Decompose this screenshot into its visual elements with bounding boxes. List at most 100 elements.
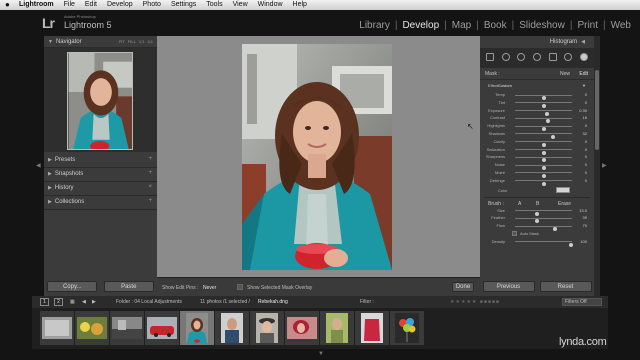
highlights-track[interactable] [515,125,572,132]
mask-edit-button[interactable]: Edit [579,71,588,77]
page-1-button[interactable]: 1 [40,298,49,306]
sharpness-slider[interactable]: Sharpness 0 [484,153,590,163]
page-2-button[interactable]: 2 [54,298,63,306]
brush-size-value[interactable]: 13.0 [579,208,587,213]
menu-photo[interactable]: Photo [138,0,166,10]
density-slider[interactable]: Density 100 [484,238,590,247]
tint-value[interactable]: 0 [585,100,587,105]
add-preset-icon[interactable]: + [148,156,152,162]
bottom-panel-toggle-icon[interactable]: ▼ [318,351,324,357]
effect-row[interactable]: Effect : Custom ▼ [484,82,590,90]
clarity-value[interactable]: 0 [585,139,587,144]
add-snapshot-icon[interactable]: + [148,170,152,176]
right-panel-scrollbar[interactable] [594,36,600,296]
tint-slider[interactable]: Tint 0 [484,99,590,108]
brush-flow-track[interactable] [515,225,572,232]
filmstrip-thumb-5-selected[interactable] [180,311,214,345]
saturation-slider[interactable]: Saturation 0 [484,146,590,155]
module-web[interactable]: Web [610,20,632,31]
add-collection-icon[interactable]: + [148,198,152,204]
effect-select[interactable]: Custom [498,83,512,88]
histogram[interactable]: Histogram ◀ [480,36,594,68]
disclosure-icon[interactable]: ▼ [582,83,586,88]
grid-overlay-icon[interactable] [485,53,494,61]
scrollbar-thumb[interactable] [595,70,599,150]
filmstrip-thumb-8[interactable] [285,311,319,345]
filmstrip-thumb-7[interactable] [250,311,284,345]
sharpness-track[interactable] [515,156,572,163]
brush-flow-slider[interactable]: Flow 70 [484,222,590,232]
tint-track[interactable] [515,102,572,108]
history-header[interactable]: ▶ History × [44,182,157,196]
menu-edit[interactable]: Edit [80,0,102,10]
menu-window[interactable]: Window [253,0,288,10]
shadows-value[interactable]: 32 [583,131,587,136]
filmstrip-thumb-3[interactable] [110,311,144,345]
forward-arrow-icon[interactable]: ▶ [92,299,96,305]
density-handle[interactable] [568,242,573,247]
main-photo[interactable] [242,44,392,270]
clarity-slider[interactable]: Clarity 0 [484,138,590,147]
graduated-filter-icon[interactable] [548,53,557,61]
moir-value[interactable]: 0 [585,170,587,175]
module-book[interactable]: Book [483,20,508,31]
brush-size-track[interactable] [515,210,572,216]
contrast-track[interactable] [515,117,572,124]
apple-menu-icon[interactable]: ● [0,0,14,10]
navigator-preview[interactable] [44,48,157,152]
menu-lightroom[interactable]: Lightroom [14,0,59,10]
menu-file[interactable]: File [59,0,80,10]
brush-feather-slider[interactable]: Feather 39 [484,214,590,224]
shadows-track[interactable] [515,133,572,139]
folder-path[interactable]: Folder : 04 Local Adjustments [116,299,182,305]
navigator-header[interactable]: ▼ Navigator FIT FILL 1:1 4:1 [44,36,157,48]
contrast-value[interactable]: 16 [583,115,587,120]
previous-button[interactable]: Previous [482,281,535,292]
color-swatch[interactable] [556,186,570,193]
defringe-track[interactable] [515,180,572,186]
contrast-slider[interactable]: Contrast 16 [484,114,590,124]
module-library[interactable]: Library [358,20,391,31]
mask-overlay-checkbox[interactable] [237,284,243,290]
red-eye-icon[interactable] [532,53,541,61]
brush-flow-value[interactable]: 70 [583,223,587,228]
auto-mask-checkbox[interactable] [512,230,517,236]
brush-feather-value[interactable]: 39 [583,215,587,220]
nav-zoom-4-1[interactable]: 4:1 [147,39,153,44]
histogram-header[interactable]: Histogram ◀ [480,36,594,48]
rating-filter-stars[interactable]: ★★★★★ ■■■■■ [450,299,500,305]
nav-zoom-fill[interactable]: FILL [128,39,136,44]
temp-value[interactable]: 0 [585,92,587,97]
density-track[interactable] [515,241,573,247]
exposure-value[interactable]: 0.39 [579,108,587,113]
sharpness-value[interactable]: 0 [585,154,587,159]
density-value[interactable]: 100 [580,239,587,244]
exposure-slider[interactable]: Exposure 0.39 [484,107,590,116]
moir-slider[interactable]: Moiré 0 [484,169,590,178]
paste-button[interactable]: Paste [103,281,154,292]
module-map[interactable]: Map [451,20,472,31]
snapshots-header[interactable]: ▶ Snapshots + [44,168,157,182]
crop-tool-icon[interactable] [501,53,510,61]
module-develop[interactable]: Develop [401,20,440,31]
filmstrip-thumb-2[interactable] [75,311,109,345]
nav-zoom-1-1[interactable]: 1:1 [139,39,145,44]
filmstrip-thumb-10[interactable] [355,311,389,345]
nav-zoom-fit[interactable]: FIT [119,39,125,44]
highlights-value[interactable]: 0 [585,123,587,128]
clear-history-icon[interactable]: × [148,184,152,190]
highlights-slider[interactable]: Highlights 0 [484,122,590,132]
edit-pins-select[interactable]: Never [203,285,216,291]
menu-view[interactable]: View [228,0,253,10]
copy-button[interactable]: Copy... [47,281,98,292]
back-arrow-icon[interactable]: ◀ [82,299,86,305]
filters-dropdown[interactable]: Filters Off [562,298,602,306]
defringe-value[interactable]: 0 [585,178,587,183]
filmstrip-thumb-4[interactable] [145,311,179,345]
image-canvas[interactable]: ↖ [157,36,480,277]
adjustment-brush-icon[interactable] [580,53,589,61]
brush-feather-track[interactable] [515,217,572,224]
noise-slider[interactable]: Noise 0 [484,161,590,171]
collections-header[interactable]: ▶ Collections + [44,196,157,210]
done-button[interactable]: Done [452,282,474,292]
